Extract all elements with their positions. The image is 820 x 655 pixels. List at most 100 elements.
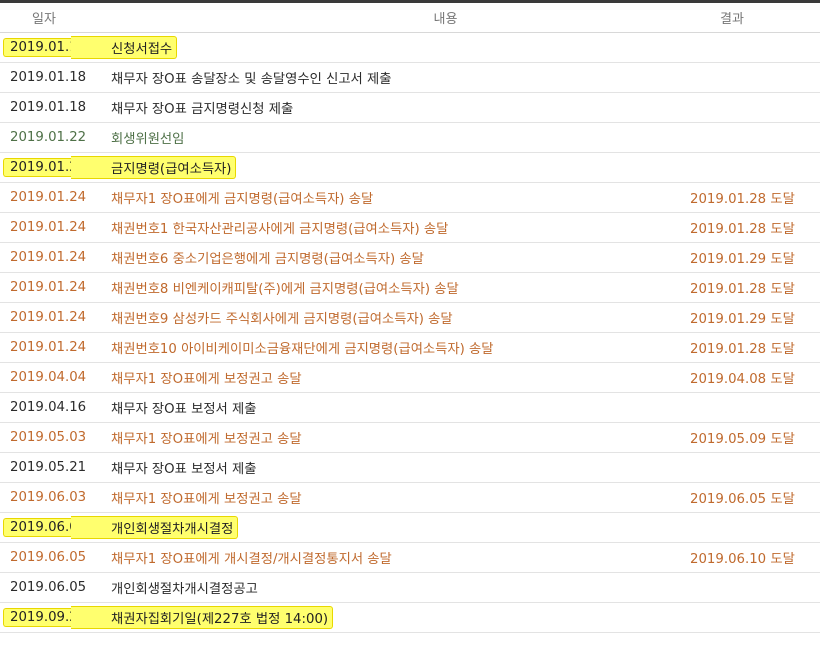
table-row: 2019.06.05 개인회생절차개시결정공고 [0, 572, 820, 603]
table-row: 2019.01.18 채무자 장O표 송달장소 및 송달영수인 신고서 제출 [0, 62, 820, 93]
row-date: 2019.01.22 [10, 130, 87, 145]
row-date-cell: 2019.01.24 [0, 302, 103, 333]
row-content-cell: 신청서접수 [71, 32, 670, 63]
table-row: 2019.09.23 채권자집회기일(제227호 법정 14:00) [0, 602, 820, 633]
row-content-highlighted: 신청서접수 [71, 36, 178, 59]
row-result-cell: 2019.01.28 도달 [670, 332, 820, 363]
row-date: 2019.01.24 [10, 310, 87, 325]
row-result-cell [670, 32, 820, 63]
row-content-cell: 채무자1 장O표에게 개시결정/개시결정통지서 송달 [103, 542, 670, 573]
row-date-cell: 2019.05.21 [0, 452, 103, 483]
column-header-result: 결과 [670, 3, 820, 33]
row-result-cell: 2019.01.29 도달 [670, 242, 820, 273]
row-result-cell [670, 512, 820, 543]
row-content-cell: 채권자집회기일(제227호 법정 14:00) [71, 602, 670, 633]
row-result: 2019.01.29 도달 [690, 252, 795, 267]
row-result: 2019.05.09 도달 [690, 432, 795, 447]
row-result: 2019.06.10 도달 [690, 552, 795, 567]
case-progress-table: 일자 내용 결과 2019.01.18 신청서접수 2019.01.18 채무자 장O… [0, 3, 820, 633]
row-content-cell: 채권번호6 중소기업은행에게 금지명령(급여소득자) 송달 [103, 242, 670, 273]
table-row: 2019.01.24 채권번호10 아이비케이미소금융재단에게 금지명령(급여소득… [0, 332, 820, 363]
row-date-cell: 2019.01.24 [0, 332, 103, 363]
row-content-highlighted: 금지명령(급여소득자) [71, 156, 237, 179]
row-content-cell: 채무자1 장O표에게 보정권고 송달 [103, 422, 670, 453]
table-row: 2019.06.05 개인회생절차개시결정 [0, 512, 820, 543]
row-date: 2019.01.24 [10, 280, 87, 295]
row-date-cell: 2019.01.24 [0, 182, 103, 213]
row-content: 채무자1 장O표에게 금지명령(급여소득자) 송달 [111, 192, 374, 207]
row-content: 채무자1 장O표에게 보정권고 송달 [111, 492, 302, 507]
row-result-cell [670, 122, 820, 153]
row-content-cell: 채권번호9 삼성카드 주식회사에게 금지명령(급여소득자) 송달 [103, 302, 670, 333]
row-content-cell: 채무자1 장O표에게 보정권고 송달 [103, 362, 670, 393]
row-content: 회생위원선임 [111, 132, 185, 147]
row-date-cell: 2019.01.24 [0, 212, 103, 243]
row-result: 2019.01.28 도달 [690, 222, 795, 237]
row-content-cell: 채권번호1 한국자산관리공사에게 금지명령(급여소득자) 송달 [103, 212, 670, 243]
column-header-content: 내용 [103, 3, 670, 33]
table-row: 2019.06.03 채무자1 장O표에게 보정권고 송달 2019.06.05 도… [0, 482, 820, 513]
row-date-cell: 2019.01.24 [0, 272, 103, 303]
row-content: 채무자1 장O표에게 보정권고 송달 [111, 372, 302, 387]
row-content-cell: 회생위원선임 [103, 122, 670, 153]
row-content-cell: 채무자1 장O표에게 보정권고 송달 [103, 482, 670, 513]
row-result-cell [670, 152, 820, 183]
row-result-cell [670, 572, 820, 603]
row-content: 채무자1 장O표에게 개시결정/개시결정통지서 송달 [111, 552, 392, 567]
row-result-cell [670, 602, 820, 633]
row-result-cell: 2019.04.08 도달 [670, 362, 820, 393]
table-row: 2019.05.03 채무자1 장O표에게 보정권고 송달 2019.05.09 도… [0, 422, 820, 453]
row-date-cell: 2019.01.24 [0, 242, 103, 273]
row-content-cell: 금지명령(급여소득자) [71, 152, 670, 183]
row-date: 2019.06.03 [10, 490, 87, 505]
row-result-cell [670, 392, 820, 423]
row-date-cell: 2019.06.05 [0, 572, 103, 603]
row-content-cell: 채무자 장O표 금지명령신청 제출 [103, 92, 670, 123]
row-date-cell: 2019.01.18 [0, 62, 103, 93]
row-result-cell: 2019.05.09 도달 [670, 422, 820, 453]
table-row: 2019.01.24 채권번호8 비엔케이캐피탈(주)에게 금지명령(급여소득자)… [0, 272, 820, 303]
row-content: 채권번호8 비엔케이캐피탈(주)에게 금지명령(급여소득자) 송달 [111, 282, 459, 297]
row-date: 2019.01.24 [10, 250, 87, 265]
row-date: 2019.01.24 [10, 220, 87, 235]
row-content: 채무자 장O표 보정서 제출 [111, 402, 257, 417]
row-content: 채무자1 장O표에게 보정권고 송달 [111, 432, 302, 447]
row-content: 채권번호6 중소기업은행에게 금지명령(급여소득자) 송달 [111, 252, 424, 267]
row-result-cell: 2019.06.10 도달 [670, 542, 820, 573]
row-result-cell: 2019.01.29 도달 [670, 302, 820, 333]
row-content-cell: 채무자 장O표 보정서 제출 [103, 452, 670, 483]
row-content-cell: 개인회생절차개시결정 [71, 512, 670, 543]
row-content-cell: 채권번호10 아이비케이미소금융재단에게 금지명령(급여소득자) 송달 [103, 332, 670, 363]
row-result-cell: 2019.06.05 도달 [670, 482, 820, 513]
row-result: 2019.01.29 도달 [690, 312, 795, 327]
row-content-highlighted: 개인회생절차개시결정 [71, 516, 239, 539]
row-content: 채무자 장O표 금지명령신청 제출 [111, 102, 294, 117]
row-content-cell: 채무자 장O표 보정서 제출 [103, 392, 670, 423]
row-date: 2019.06.05 [10, 550, 87, 565]
table-row: 2019.06.05 채무자1 장O표에게 개시결정/개시결정통지서 송달 2019… [0, 542, 820, 573]
row-content-cell: 채무자 장O표 송달장소 및 송달영수인 신고서 제출 [103, 62, 670, 93]
table-row: 2019.01.23 금지명령(급여소득자) [0, 152, 820, 183]
row-content: 채권번호9 삼성카드 주식회사에게 금지명령(급여소득자) 송달 [111, 312, 453, 327]
row-content-cell: 채무자1 장O표에게 금지명령(급여소득자) 송달 [103, 182, 670, 213]
row-result: 2019.01.28 도달 [690, 342, 795, 357]
row-date-cell: 2019.06.05 [0, 542, 103, 573]
row-content-cell: 채권번호8 비엔케이캐피탈(주)에게 금지명령(급여소득자) 송달 [103, 272, 670, 303]
row-result-cell [670, 92, 820, 123]
row-result: 2019.01.28 도달 [690, 282, 795, 297]
column-header-date: 일자 [0, 3, 103, 33]
table-row: 2019.01.18 신청서접수 [0, 32, 820, 63]
row-date: 2019.01.18 [10, 100, 87, 115]
table-header: 일자 내용 결과 [0, 3, 820, 33]
row-result-cell: 2019.01.28 도달 [670, 182, 820, 213]
row-content-cell: 개인회생절차개시결정공고 [103, 572, 670, 603]
row-result: 2019.06.05 도달 [690, 492, 795, 507]
row-date-cell: 2019.05.03 [0, 422, 103, 453]
table-row: 2019.04.04 채무자1 장O표에게 보정권고 송달 2019.04.08 도… [0, 362, 820, 393]
row-result-cell [670, 62, 820, 93]
row-content: 개인회생절차개시결정공고 [111, 582, 258, 597]
table-row: 2019.01.18 채무자 장O표 금지명령신청 제출 [0, 92, 820, 123]
row-date: 2019.06.05 [10, 580, 87, 595]
row-date: 2019.05.03 [10, 430, 87, 445]
row-date-cell: 2019.04.16 [0, 392, 103, 423]
